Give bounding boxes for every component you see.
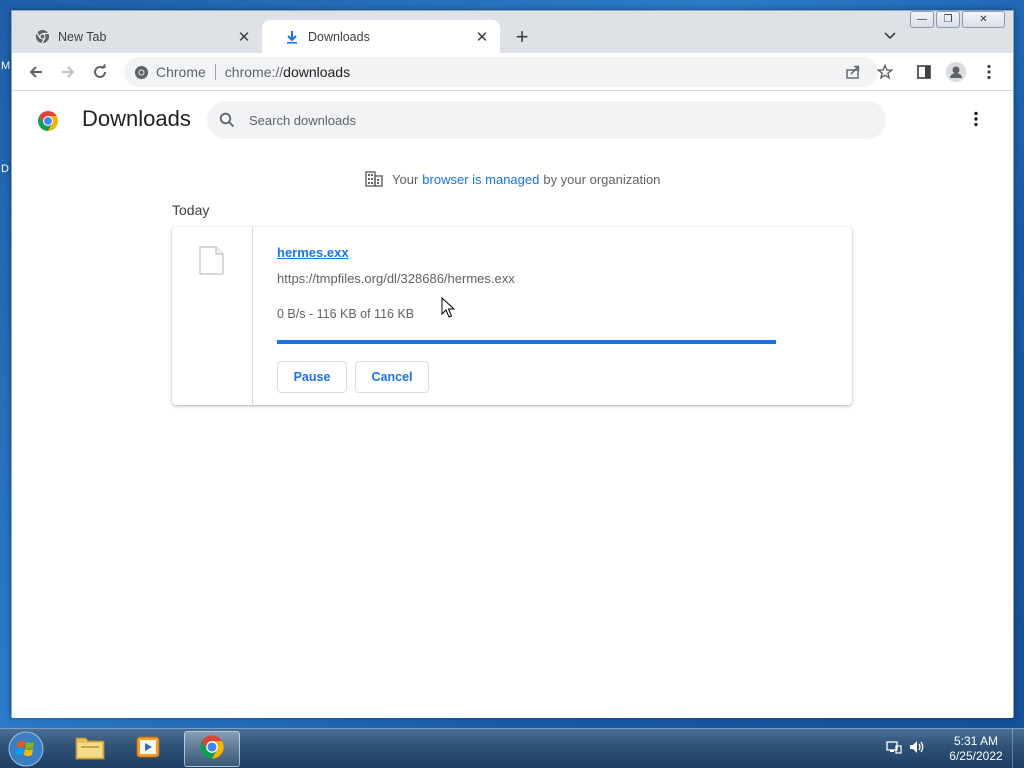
window-controls: — ❐ ✕ <box>910 11 1005 28</box>
restore-button[interactable]: ❐ <box>936 11 960 28</box>
browser-toolbar: Chrome chrome://downloads <box>12 53 1013 91</box>
browser-menu-icon[interactable] <box>977 60 1001 84</box>
address-bar[interactable]: Chrome chrome://downloads <box>124 57 878 87</box>
browser-managed-link[interactable]: browser is managed <box>422 172 539 187</box>
back-arrow-icon[interactable] <box>24 60 48 84</box>
omnibox-url-host: downloads <box>283 64 351 80</box>
taskbar-clock[interactable]: 5:31 AM 6/25/2022 <box>940 734 1012 764</box>
file-icon-column <box>172 227 253 405</box>
share-icon[interactable] <box>841 60 865 84</box>
chrome-logo-icon <box>36 109 60 133</box>
tab-close-icon[interactable]: ✕ <box>472 27 492 47</box>
bookmark-star-icon[interactable] <box>873 60 897 84</box>
desktop-edge-char-1: M <box>1 60 11 72</box>
cancel-button[interactable]: Cancel <box>355 361 429 393</box>
forward-arrow-icon[interactable] <box>56 60 80 84</box>
date-section-label: Today <box>172 202 210 218</box>
new-tab-button[interactable]: + <box>510 24 534 49</box>
download-status: 0 B/s - 116 KB of 116 KB <box>277 307 415 321</box>
mouse-cursor-icon <box>441 296 456 324</box>
download-item-card: hermes.exx https://tmpfiles.org/dl/32868… <box>172 227 852 405</box>
download-progress-bar <box>277 340 776 344</box>
system-tray <box>886 729 926 768</box>
page-title: Downloads <box>82 106 191 131</box>
clock-time: 5:31 AM <box>953 734 999 748</box>
tab-downloads[interactable]: Downloads ✕ <box>262 20 500 53</box>
side-panel-icon[interactable] <box>912 60 936 84</box>
clock-date: 6/25/2022 <box>949 749 1003 763</box>
browser-window: New Tab ✕ Downloads ✕ + — ❐ ✕ Chrome chr… <box>11 10 1014 718</box>
tab-close-icon[interactable]: ✕ <box>234 27 254 47</box>
reload-icon[interactable] <box>88 60 112 84</box>
show-desktop-button[interactable] <box>1012 729 1024 768</box>
tab-title: Downloads <box>308 29 370 44</box>
download-arrow-icon <box>284 29 300 45</box>
omnibox-url: chrome://downloads <box>225 64 350 80</box>
desktop-edge-char-2: D <box>1 163 9 175</box>
chrome-icon <box>134 65 149 80</box>
taskbar: 5:31 AM 6/25/2022 <box>0 728 1024 768</box>
tab-strip: New Tab ✕ Downloads ✕ + — ❐ ✕ <box>12 11 1013 53</box>
network-icon[interactable] <box>886 739 902 760</box>
download-source-url: https://tmpfiles.org/dl/328686/hermes.ex… <box>277 271 515 286</box>
pause-button[interactable]: Pause <box>277 361 347 393</box>
taskbar-explorer-button[interactable] <box>62 731 118 767</box>
search-input[interactable] <box>249 112 809 128</box>
search-box[interactable] <box>207 101 886 139</box>
downloads-header: Downloads <box>12 92 1013 164</box>
file-icon <box>199 246 224 280</box>
media-player-icon <box>135 734 161 765</box>
chrome-logo-icon <box>198 733 226 766</box>
omnibox-divider <box>214 64 216 80</box>
downloads-more-actions-icon[interactable] <box>966 109 986 129</box>
search-icon <box>219 112 235 128</box>
chrome-icon <box>34 29 50 45</box>
download-filename-link[interactable]: hermes.exx <box>277 245 349 260</box>
managed-notice-suffix: by your organization <box>543 171 661 187</box>
downloads-page: Downloads Your browser is managed by you… <box>12 92 1013 718</box>
building-icon <box>365 171 383 187</box>
download-progress-fill <box>277 340 776 344</box>
start-button[interactable] <box>6 730 46 768</box>
taskbar-chrome-button[interactable] <box>184 731 240 767</box>
volume-icon[interactable] <box>908 739 926 760</box>
tab-new-tab[interactable]: New Tab ✕ <box>12 20 262 53</box>
close-window-button[interactable]: ✕ <box>962 11 1005 28</box>
minimize-button[interactable]: — <box>910 11 934 28</box>
taskbar-media-player-button[interactable] <box>120 731 176 767</box>
managed-notice: Your browser is managed by your organiza… <box>365 169 660 189</box>
omnibox-url-prefix: chrome:// <box>224 64 284 80</box>
tab-search-chevron-icon[interactable] <box>884 27 896 43</box>
profile-avatar-icon[interactable] <box>944 60 968 84</box>
tab-title: New Tab <box>58 29 107 44</box>
folder-icon <box>75 734 105 765</box>
omnibox-scheme-label: Chrome <box>156 64 206 80</box>
managed-notice-prefix: Your <box>392 171 419 187</box>
